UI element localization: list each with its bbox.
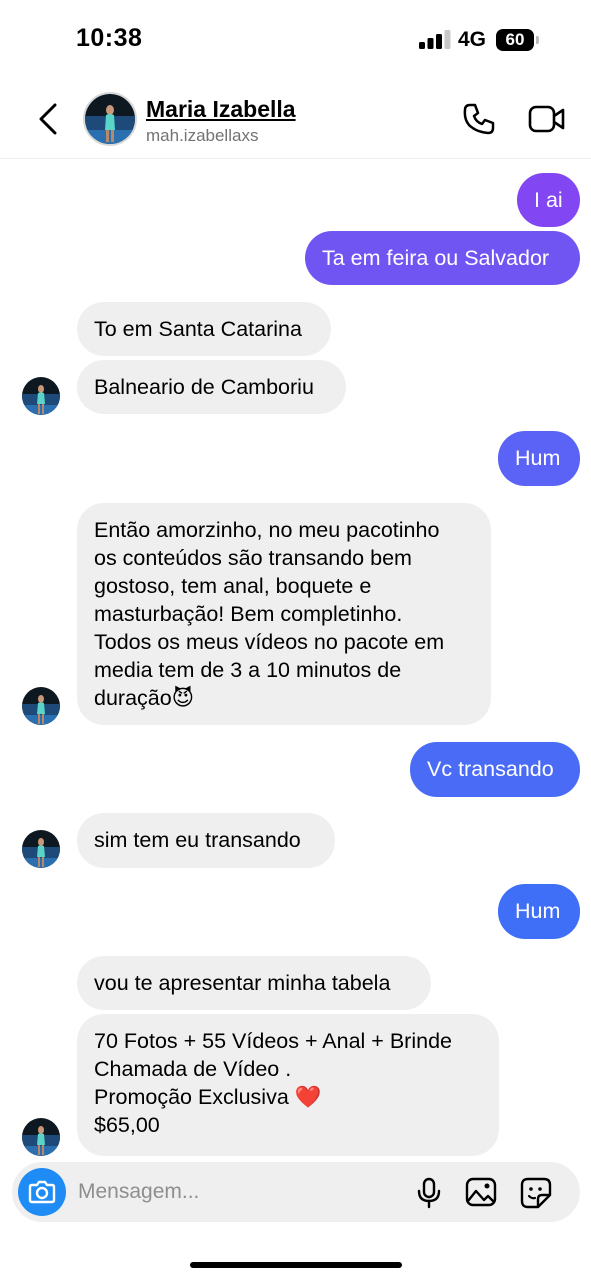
camera-icon (28, 1180, 56, 1204)
message-incoming[interactable]: vou te apresentar minha tabela (77, 956, 431, 1010)
message-incoming[interactable]: To em Santa Catarina (77, 302, 331, 356)
message-outgoing[interactable]: Hum (498, 884, 580, 939)
message-outgoing[interactable]: I ai (517, 173, 580, 227)
message-outgoing[interactable]: Hum (498, 431, 580, 486)
sender-avatar[interactable] (22, 1118, 60, 1156)
message-incoming[interactable]: sim tem eu transando (77, 813, 335, 868)
message-outgoing[interactable]: Ta em feira ou Salvador (305, 231, 580, 285)
video-call-icon[interactable] (528, 104, 566, 134)
contact-handle: mah.izabellaxs (146, 126, 259, 145)
message-incoming[interactable]: 70 Fotos + 55 Vídeos + Anal + Brinde Cha… (77, 1014, 499, 1156)
home-indicator (190, 1262, 402, 1268)
chat-header: Maria Izabella mah.izabellaxs (0, 80, 591, 159)
status-time: 10:38 (76, 24, 143, 52)
camera-button[interactable] (18, 1168, 66, 1216)
sender-avatar[interactable] (22, 377, 60, 415)
contact-name[interactable]: Maria Izabella (146, 96, 296, 123)
back-arrow-icon[interactable] (36, 102, 60, 136)
sender-avatar[interactable] (22, 687, 60, 725)
sticker-icon[interactable] (520, 1177, 552, 1209)
contact-avatar[interactable] (83, 92, 137, 146)
message-incoming[interactable]: Balneario de Camboriu (77, 360, 346, 414)
message-incoming[interactable]: Então amorzinho, no meu pacotinho os con… (77, 503, 491, 725)
gallery-icon[interactable] (465, 1177, 497, 1207)
message-input[interactable] (78, 1178, 378, 1206)
message-composer (12, 1162, 580, 1222)
signal-icon (419, 30, 451, 49)
phone-call-icon[interactable] (462, 102, 496, 136)
status-bar: 10:38 4G 60 (0, 0, 591, 80)
sender-avatar[interactable] (22, 830, 60, 868)
battery-level: 60 (496, 29, 534, 51)
message-outgoing[interactable]: Vc transando (410, 742, 580, 797)
network-label: 4G (458, 28, 487, 51)
microphone-icon[interactable] (416, 1177, 442, 1209)
battery-icon: 60 (496, 29, 540, 51)
